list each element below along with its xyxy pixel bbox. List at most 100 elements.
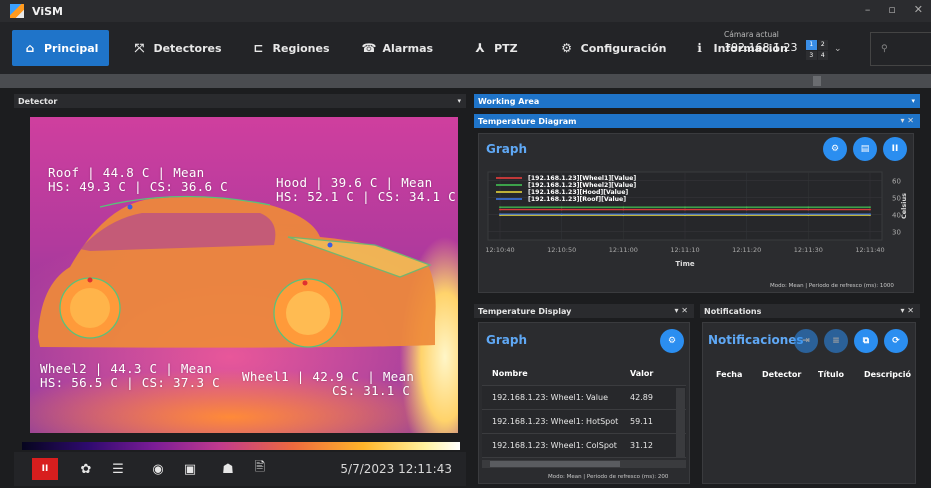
user-icon: ⚲ bbox=[881, 44, 888, 54]
fan-icon[interactable]: ✿ bbox=[72, 462, 100, 477]
y-tick-label: 30 bbox=[892, 229, 901, 237]
settings-button[interactable]: ⚙ bbox=[823, 137, 847, 161]
x-tick-label: 12:10:40 bbox=[485, 246, 514, 254]
nav-regiones[interactable]: ⊏ Regiones bbox=[241, 30, 341, 66]
nav-label: PTZ bbox=[494, 41, 518, 55]
legend-label: [192.168.1.23][Roof][Value] bbox=[528, 196, 626, 203]
window-controls: – ▫ ✕ bbox=[865, 3, 923, 16]
pause-button[interactable]: II bbox=[32, 458, 58, 480]
series-point bbox=[622, 206, 625, 209]
y-tick-label: 60 bbox=[892, 178, 901, 186]
hood-overlay-line2: HS: 52.1 C | CS: 34.1 C bbox=[276, 189, 456, 204]
list-icon[interactable]: ☰ bbox=[104, 462, 132, 477]
temp-diagram-header: Temperature Diagram ▾ ✕ bbox=[474, 114, 920, 128]
nav-label: Alarmas bbox=[382, 41, 434, 55]
nav-principal[interactable]: ⌂ Principal bbox=[12, 30, 110, 66]
panel-close-icon[interactable]: ▾ ✕ bbox=[674, 306, 688, 315]
row-value: 42.89 bbox=[630, 393, 653, 402]
detector-toolbar: II ✿ ☰ ◉ ▣ ☗ 🖹 5/7/2023 12:11:43 bbox=[14, 452, 466, 486]
camera-1-button[interactable]: 1 bbox=[806, 40, 817, 50]
table-row[interactable]: 192.168.1.23: Wheel1: ColSpot 31.12 bbox=[482, 434, 686, 458]
chevron-down-icon[interactable]: ▾ bbox=[911, 97, 915, 105]
nav-label: Regiones bbox=[272, 41, 330, 55]
temp-display-footnote: Modo: Mean | Periodo de refresco (ms): 2… bbox=[548, 474, 669, 480]
horizontal-scrollbar[interactable] bbox=[482, 460, 686, 468]
detector-panel-header: Detector ▾ bbox=[14, 94, 466, 108]
x-tick-label: 12:11:30 bbox=[794, 246, 823, 254]
gear-icon: ⚙ bbox=[561, 41, 573, 55]
filter-button[interactable]: ≡ bbox=[824, 329, 848, 353]
legend-label: [192.168.1.23][Wheel2][Value] bbox=[528, 182, 636, 189]
series-point bbox=[807, 206, 810, 209]
nav-label: Configuración bbox=[580, 41, 667, 55]
row-value: 59.11 bbox=[630, 417, 653, 426]
series-point bbox=[807, 208, 810, 211]
nav-detectores[interactable]: ⤧ Detectores bbox=[121, 30, 232, 66]
series-point bbox=[745, 213, 748, 216]
document-icon[interactable]: 🖹 bbox=[246, 458, 274, 480]
x-tick-label: 12:11:00 bbox=[609, 246, 638, 254]
horizontal-scrollbar[interactable] bbox=[0, 74, 931, 88]
palette-icon[interactable]: ☗ bbox=[214, 462, 242, 477]
row-name: 192.168.1.23: Wheel1: Value bbox=[492, 393, 609, 402]
detector-panel-title: Detector bbox=[18, 96, 58, 106]
series-point bbox=[745, 208, 748, 211]
record-icon[interactable]: ◉ bbox=[144, 462, 172, 477]
table-header-row: Nombre Valor bbox=[482, 362, 686, 386]
scroll-thumb[interactable] bbox=[813, 76, 821, 86]
thermal-image[interactable]: Roof | 44.8 C | Mean HS: 49.3 C | CS: 36… bbox=[30, 117, 458, 433]
temperature-line-chart[interactable]: 3040506012:10:40 12:10:50 12:11:00 12:11:10… bbox=[482, 168, 912, 280]
home-icon: ⌂ bbox=[25, 41, 35, 55]
thermal-color-scale bbox=[22, 442, 460, 450]
column-header[interactable]: Descripció bbox=[864, 370, 918, 379]
info-icon: ℹ bbox=[697, 41, 702, 55]
column-header[interactable]: Nombre bbox=[482, 369, 630, 378]
notifications-title: Notifications bbox=[704, 306, 762, 316]
nav-alarmas[interactable]: ☎ Alarmas bbox=[351, 30, 445, 66]
user-button[interactable]: ⚲ bbox=[870, 32, 931, 66]
wheel1-overlay-line2: CS: 31.1 C bbox=[332, 383, 411, 398]
pause-graph-button[interactable]: II bbox=[883, 137, 907, 161]
table-row[interactable]: 192.168.1.23: Wheel1: HotSpot 59.11 bbox=[482, 410, 686, 434]
working-area-header: Working Area ▾ bbox=[474, 94, 920, 108]
series-point bbox=[684, 208, 686, 211]
column-header[interactable]: Fecha bbox=[706, 370, 758, 379]
nav-configuracion[interactable]: ⚙ Configuración bbox=[549, 30, 678, 66]
column-header[interactable]: Valor bbox=[630, 369, 670, 378]
nav-ptz[interactable]: ⅄ PTZ bbox=[462, 30, 529, 66]
alarm-icon: ☎ bbox=[361, 41, 377, 55]
series-point bbox=[560, 206, 563, 209]
settings-button[interactable]: ⚙ bbox=[660, 329, 684, 353]
series-point bbox=[499, 208, 501, 211]
panel-close-icon[interactable]: ▾ ✕ bbox=[900, 116, 914, 125]
notifications-header: Notifications ▾ ✕ bbox=[700, 304, 920, 318]
camera-grid-selector[interactable]: 1 2 3 4 bbox=[806, 40, 828, 60]
series-point bbox=[560, 208, 563, 211]
legend-label: [192.168.1.23][Hood][Value] bbox=[528, 189, 628, 196]
camera-3-button[interactable]: 3 bbox=[806, 50, 817, 60]
panel-close-icon[interactable]: ▾ ✕ bbox=[900, 306, 914, 315]
copy-button[interactable]: ⧉ bbox=[854, 329, 878, 353]
column-header[interactable]: Detector bbox=[762, 370, 818, 379]
chevron-down-icon[interactable]: ▾ bbox=[457, 97, 461, 105]
column-header[interactable]: Título bbox=[818, 370, 864, 379]
series-point bbox=[807, 213, 810, 216]
x-tick-label: 12:10:50 bbox=[547, 246, 576, 254]
minimize-button[interactable]: – bbox=[865, 3, 871, 16]
refresh-button[interactable]: ⟳ bbox=[884, 329, 908, 353]
scroll-thumb[interactable] bbox=[490, 461, 620, 467]
save-button[interactable]: ▤ bbox=[853, 137, 877, 161]
app-title: ViSM bbox=[32, 4, 63, 18]
table-row[interactable]: 192.168.1.23: Wheel1: Value 42.89 bbox=[482, 386, 686, 410]
y-axis-label: Celsius bbox=[900, 193, 908, 219]
maximize-button[interactable]: ▫ bbox=[888, 3, 895, 16]
vertical-scrollbar[interactable] bbox=[676, 388, 685, 458]
app-logo-icon bbox=[10, 4, 24, 18]
series-point bbox=[869, 208, 871, 211]
export-button[interactable]: ⇥ bbox=[794, 329, 818, 353]
camera-4-button[interactable]: 4 bbox=[817, 50, 828, 60]
close-button[interactable]: ✕ bbox=[914, 3, 923, 16]
camera-2-button[interactable]: 2 bbox=[817, 40, 828, 50]
chevron-down-icon[interactable]: ⌄ bbox=[834, 44, 842, 54]
screen-icon[interactable]: ▣ bbox=[176, 462, 204, 477]
